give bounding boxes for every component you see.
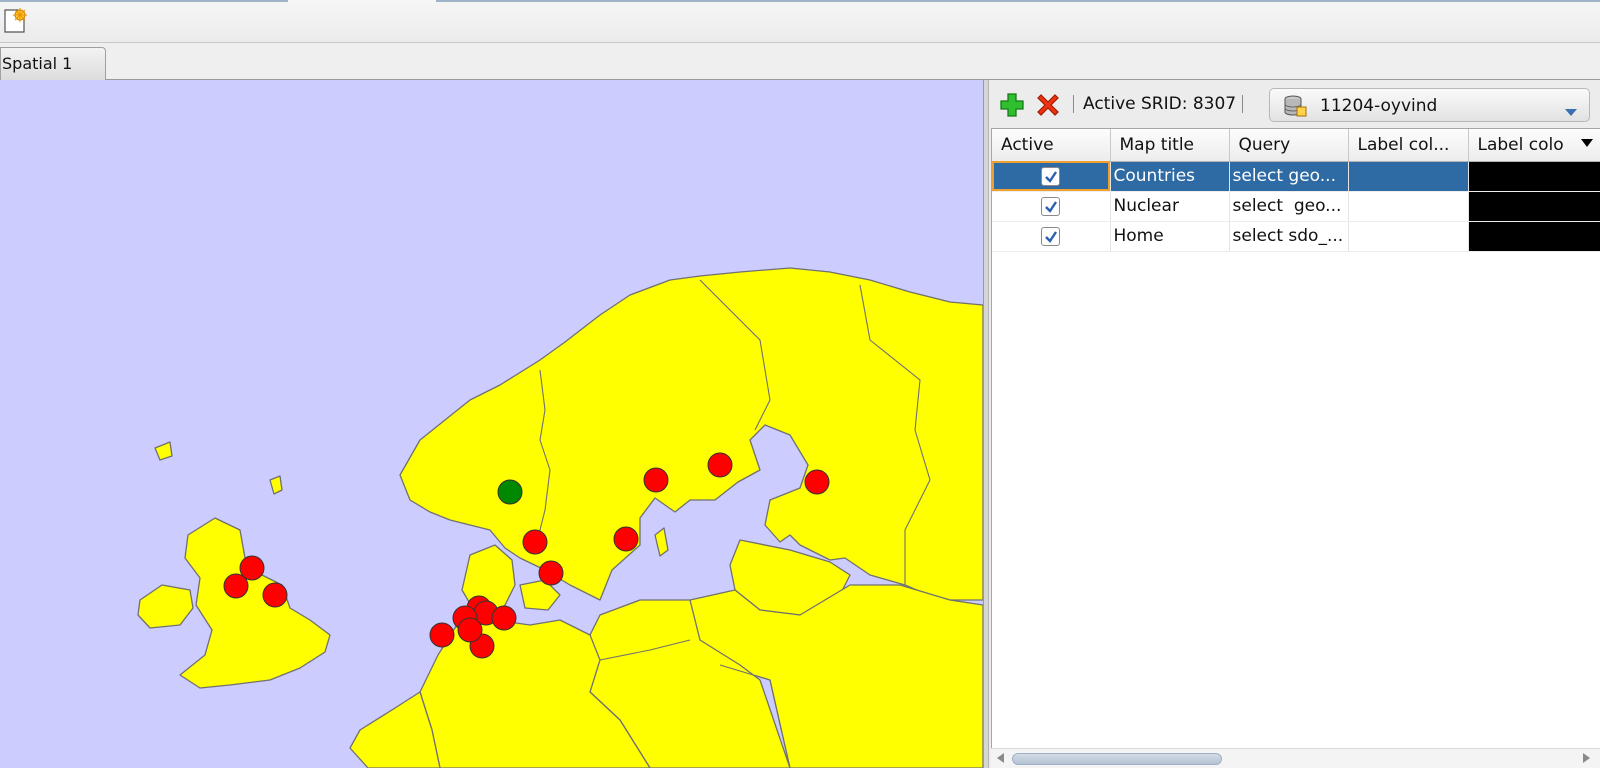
table-row[interactable]: Home select sdo_...: [992, 221, 1600, 252]
toolbar-separator: [1073, 95, 1074, 113]
table-row[interactable]: Countries select geo...: [992, 161, 1600, 192]
land-masses: [137, 267, 983, 768]
active-checkbox[interactable]: [1041, 226, 1061, 246]
nuclear-site-marker[interactable]: [613, 526, 639, 552]
remove-x-icon[interactable]: [1034, 91, 1062, 119]
map-view[interactable]: [0, 80, 983, 768]
active-cell[interactable]: [992, 191, 1111, 222]
active-checkbox[interactable]: [1041, 166, 1061, 186]
nuclear-site-marker[interactable]: [457, 617, 483, 643]
toolbar-separator: [1242, 95, 1243, 113]
active-checkbox[interactable]: [1041, 196, 1061, 216]
nuclear-site-marker[interactable]: [223, 573, 249, 599]
land-faroe: [154, 441, 173, 461]
column-header-label-color-text: Label colo: [1477, 134, 1564, 155]
nuclear-site-marker[interactable]: [429, 622, 455, 648]
toolbar-accent-line: [0, 0, 288, 2]
nuclear-site-marker[interactable]: [491, 605, 517, 631]
active-cell[interactable]: [992, 161, 1111, 192]
connection-select[interactable]: 11204-oyvind: [1269, 88, 1590, 122]
nuclear-site-marker[interactable]: [643, 467, 669, 493]
column-header-label-column[interactable]: Label col...: [1348, 129, 1469, 162]
column-menu-arrow-icon[interactable]: [1580, 139, 1593, 147]
label-color-cell[interactable]: [1468, 191, 1600, 222]
map-title-cell[interactable]: Home: [1110, 221, 1230, 252]
layers-table: Active Map title Query Label col... Labe…: [992, 129, 1600, 252]
nuclear-site-marker[interactable]: [538, 560, 564, 586]
column-header-label-color[interactable]: Label colo: [1468, 129, 1600, 162]
map-canvas[interactable]: [0, 80, 983, 768]
label-column-cell[interactable]: [1348, 221, 1469, 252]
checkmark-icon: [1045, 230, 1058, 243]
table-header-row: Active Map title Query Label col... Labe…: [992, 129, 1600, 162]
checkmark-icon: [1045, 200, 1058, 213]
label-column-cell[interactable]: [1348, 191, 1469, 222]
nuclear-site-marker[interactable]: [707, 452, 733, 478]
land-great-britain: [179, 517, 331, 689]
active-cell[interactable]: [992, 221, 1111, 252]
layers-toolbar: Active SRID: 8307 11204-oyvind: [989, 80, 1600, 128]
home-location-marker[interactable]: [497, 479, 523, 505]
map-title-cell[interactable]: Nuclear: [1110, 191, 1230, 222]
land-shetland: [269, 475, 283, 495]
new-document-icon[interactable]: [2, 7, 28, 34]
map-title-cell[interactable]: Countries: [1110, 161, 1230, 192]
connection-value: 11204-oyvind: [1320, 96, 1438, 116]
query-cell[interactable]: select geo...: [1229, 191, 1349, 222]
nuclear-site-marker[interactable]: [522, 529, 548, 555]
land-gotland: [654, 527, 669, 557]
chevron-down-icon: [1564, 102, 1578, 116]
query-cell[interactable]: select geo...: [1229, 161, 1349, 192]
column-header-map-title[interactable]: Map title: [1110, 129, 1230, 162]
toolbar-accent-line: [436, 0, 1600, 2]
active-srid-label: Active SRID: 8307: [1083, 94, 1237, 114]
label-color-cell[interactable]: [1468, 161, 1600, 192]
horizontal-scrollbar[interactable]: [991, 748, 1600, 768]
top-toolbar: [0, 0, 1600, 43]
add-plus-icon[interactable]: [998, 91, 1026, 119]
layers-panel: Active SRID: 8307 11204-oyvind Active Ma…: [989, 80, 1600, 768]
checkmark-icon: [1045, 170, 1058, 183]
nuclear-site-marker[interactable]: [804, 469, 830, 495]
table-row[interactable]: Nuclear select geo...: [992, 191, 1600, 222]
land-ireland: [137, 584, 194, 629]
column-header-query[interactable]: Query: [1229, 129, 1349, 162]
query-cell[interactable]: select sdo_...: [1229, 221, 1349, 252]
layers-table-container: Active Map title Query Label col... Labe…: [991, 128, 1600, 768]
label-column-cell[interactable]: [1348, 161, 1469, 192]
scroll-left-arrow-icon[interactable]: [997, 753, 1004, 763]
scrollbar-thumb[interactable]: [1012, 753, 1222, 765]
scroll-right-arrow-icon[interactable]: [1583, 753, 1590, 763]
column-header-active[interactable]: Active: [992, 129, 1111, 162]
nuclear-site-marker[interactable]: [262, 582, 288, 608]
database-icon: [1282, 93, 1308, 119]
tab-spatial-1[interactable]: Spatial 1: [0, 47, 106, 80]
label-color-cell[interactable]: [1468, 221, 1600, 252]
editor-tab-strip: Spatial 1: [0, 43, 1600, 80]
